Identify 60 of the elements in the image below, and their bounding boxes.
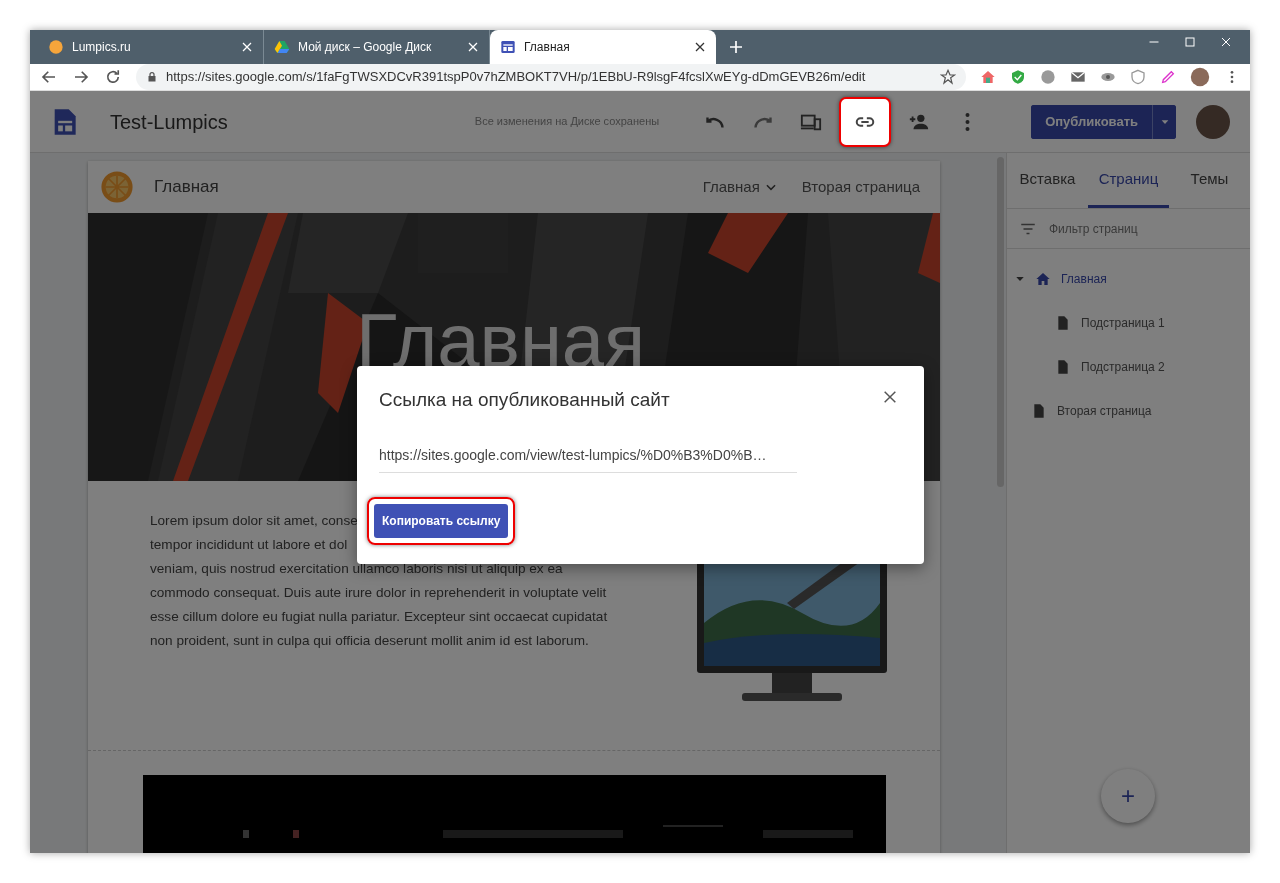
undo-icon [706, 115, 725, 128]
home-icon [1035, 271, 1051, 287]
mail-icon[interactable] [1070, 69, 1086, 85]
maximize-icon[interactable] [1184, 36, 1196, 48]
avatar-icon[interactable] [1190, 67, 1210, 87]
page-layout-icon [500, 39, 516, 55]
link-button[interactable] [839, 96, 892, 147]
avatar-icon[interactable] [1196, 104, 1230, 139]
tab-title: Мой диск – Google Диск [298, 39, 432, 56]
link-field[interactable]: https://sites.google.com/view/test-lumpics/%D0%B3%D0%B… [379, 444, 797, 473]
document-icon [1055, 359, 1071, 375]
paragraph-line: esse cillum dolore eu fugiat nulla pariatur. Excepteur sint occaecat cupidatat [150, 608, 608, 626]
page-tree-item[interactable]: Подстраница 2 [1007, 345, 1250, 389]
citrus-slice-icon [100, 170, 134, 204]
dropdown-button[interactable] [1152, 104, 1176, 139]
paragraph-line: veniam, quis nostrud exercitation ullamco laboris nisi ut aliquip ex ea [150, 560, 563, 578]
nav-link[interactable]: Вторая страница [801, 175, 920, 199]
nav-link[interactable]: Главная [702, 175, 778, 199]
url-text: https://sites.google.com/s/1faFgTWSXDCvR391tspP0v7hZMBOKT7VH/p/1EBbU-R9lsgF4fcslXwEYg-dDmGEVB26m/edit [166, 68, 866, 87]
shield-icon[interactable] [1010, 69, 1026, 85]
favicon-circle-icon [48, 39, 64, 55]
forward-icon[interactable] [72, 68, 90, 86]
site-title[interactable]: Test-Lumpics [110, 106, 228, 137]
reload-icon[interactable] [104, 68, 122, 86]
save-status: Все изменения на Диске сохранены [474, 114, 660, 130]
add-button[interactable]: + [1101, 769, 1155, 823]
triangle-icon [274, 39, 290, 55]
star-icon[interactable] [940, 69, 956, 85]
redo-icon [754, 115, 773, 128]
copy-link-button[interactable]: Копировать ссылку [374, 503, 509, 538]
site-name: Главная [154, 176, 219, 199]
dialog-title: Ссылка на опубликованный сайт [379, 388, 670, 412]
paragraph-line: Lorem ipsum dolor sit amet, conse [150, 512, 358, 530]
page-tree-item[interactable]: Подстраница 1 [1007, 301, 1250, 345]
new-tab-icon[interactable] [728, 39, 744, 55]
back-icon[interactable] [40, 68, 58, 86]
house-icon[interactable] [980, 69, 996, 85]
page-tree-item[interactable]: Главная [1007, 257, 1250, 301]
panel-tab[interactable]: Страниц [1088, 153, 1169, 208]
document-icon [1031, 403, 1047, 419]
page-tree-item[interactable]: Вторая страница [1007, 389, 1250, 433]
filter-field[interactable]: Фильтр страниц [1047, 218, 1227, 239]
lock-icon [146, 71, 158, 83]
close-icon[interactable] [694, 41, 706, 53]
address-bar[interactable]: https://sites.google.com/s/1faFgTWSXDCvR391tspP0v7hZMBOKT7VH/p/1EBbU-R9lsgF4fcslXwEYg-dDmGEVB26m/edit [136, 64, 966, 90]
panel-tab[interactable]: Вставка [1007, 153, 1088, 208]
paragraph-line: non proident, sunt in culpa qui officia deserunt mollit anim id est laborum. [150, 632, 589, 650]
pen-icon[interactable] [1160, 69, 1176, 85]
tab-title: Главная [524, 39, 570, 56]
paragraph-line: commodo consequat. Duis aute irure dolor in reprehenderit in voluptate velit [150, 584, 607, 602]
paragraph-line: tempor incididunt ut labore et dol [150, 536, 348, 554]
tab-title: Lumpics.ru [72, 39, 131, 56]
document-icon [1055, 315, 1071, 331]
close-icon [882, 388, 898, 405]
panel-tab[interactable]: Темы [1169, 153, 1250, 208]
browser-tab[interactable]: Главная [490, 30, 716, 64]
caret-down-icon [1015, 274, 1025, 284]
hero-title: Главная [356, 303, 646, 379]
shield-icon[interactable] [1130, 69, 1146, 85]
more-icon [964, 112, 970, 131]
